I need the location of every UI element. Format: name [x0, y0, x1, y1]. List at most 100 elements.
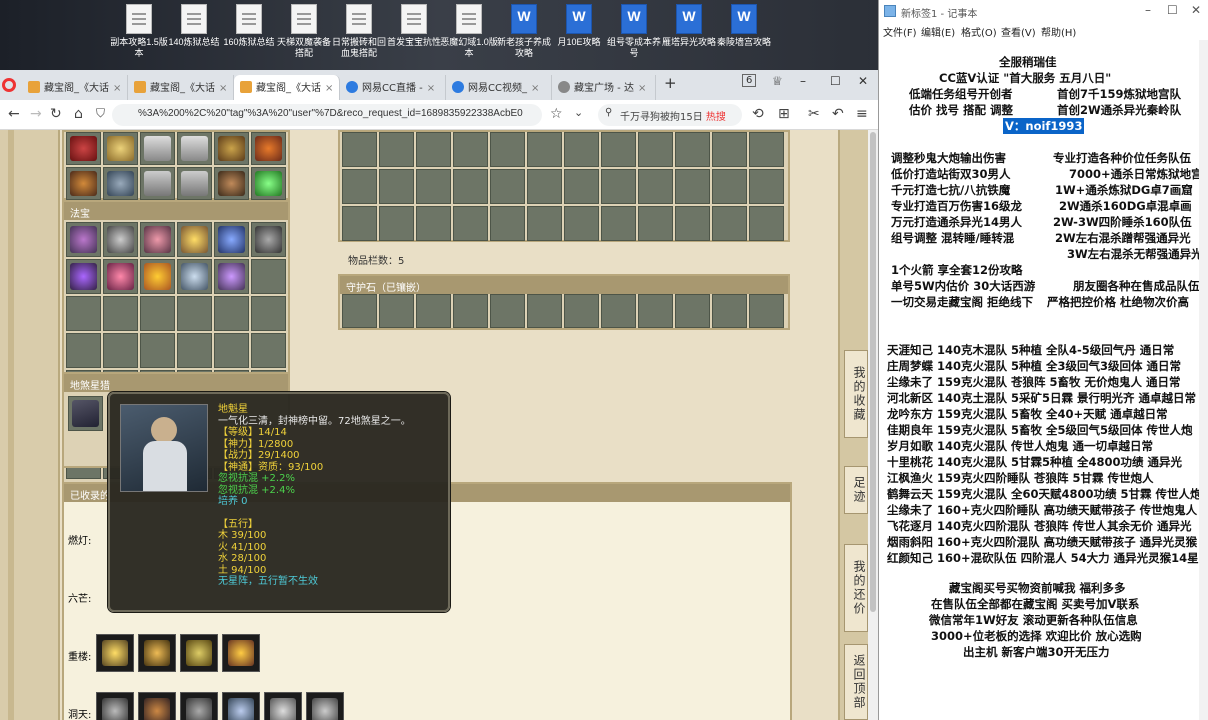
- item-slot[interactable]: [490, 169, 525, 204]
- notepad-text-area[interactable]: 全服稍瑞佳 CC蓝V认证 "首大服务 五月八日" 低端任务组号开创者 首创7千159炼…: [879, 40, 1203, 720]
- my-favorites-button[interactable]: 我的收藏: [844, 350, 868, 438]
- item-slot[interactable]: [342, 132, 377, 167]
- item-slot[interactable]: [712, 132, 747, 167]
- refresh-icon[interactable]: ⟲: [752, 106, 764, 122]
- menu-file[interactable]: 文件(F): [883, 24, 917, 39]
- item-slot[interactable]: [140, 296, 175, 331]
- desktop-icon[interactable]: 组号零成本养号: [605, 4, 663, 59]
- item-slot[interactable]: [453, 206, 488, 241]
- reload-icon[interactable]: ↻: [50, 106, 62, 122]
- item-slot[interactable]: [342, 206, 377, 241]
- item-slot[interactable]: [564, 169, 599, 204]
- dongtian-slot[interactable]: [306, 692, 344, 720]
- item-slot[interactable]: [749, 206, 784, 241]
- item-slot[interactable]: [251, 132, 286, 165]
- item-slot[interactable]: [675, 294, 710, 328]
- menu-view[interactable]: 查看(V): [1001, 24, 1036, 39]
- maximize-icon[interactable]: ☐: [830, 74, 841, 88]
- dongtian-slot[interactable]: [222, 692, 260, 720]
- close-icon[interactable]: ×: [638, 83, 646, 94]
- close-icon[interactable]: ×: [427, 83, 435, 94]
- item-slot[interactable]: [527, 294, 562, 328]
- item-slot[interactable]: [251, 296, 286, 331]
- item-slot[interactable]: [675, 206, 710, 241]
- item-slot[interactable]: [214, 167, 249, 200]
- desktop-icon[interactable]: 恶魔幻域1.0版本: [440, 4, 498, 59]
- item-slot[interactable]: [214, 333, 249, 368]
- scissors-icon[interactable]: ✂: [808, 106, 820, 122]
- dropdown-icon[interactable]: ⌄: [574, 106, 583, 119]
- item-slot[interactable]: [103, 222, 138, 257]
- desktop-icon[interactable]: 天梯双魔袭备搭配: [275, 4, 333, 59]
- item-slot[interactable]: [66, 259, 101, 294]
- item-slot[interactable]: [177, 296, 212, 331]
- my-bargain-button[interactable]: 我的还价: [844, 544, 868, 632]
- item-slot[interactable]: [638, 294, 673, 328]
- forward-icon[interactable]: →: [30, 106, 42, 122]
- desktop-icon[interactable]: 秦陵墙宫攻略: [715, 4, 773, 48]
- item-slot[interactable]: [712, 169, 747, 204]
- item-slot[interactable]: [490, 206, 525, 241]
- item-slot[interactable]: [749, 169, 784, 204]
- item-slot[interactable]: [342, 294, 377, 328]
- item-slot[interactable]: [490, 132, 525, 167]
- tab-5[interactable]: 网易CC视频_ ×: [446, 75, 552, 100]
- item-slot[interactable]: [214, 259, 249, 294]
- item-slot[interactable]: [103, 259, 138, 294]
- menu-format[interactable]: 格式(O): [961, 24, 997, 39]
- item-slot[interactable]: [527, 132, 562, 167]
- back-icon[interactable]: ←: [8, 106, 20, 122]
- tab-6[interactable]: 藏宝广场 - 达 ×: [552, 75, 656, 100]
- item-slot[interactable]: [103, 167, 138, 200]
- close-icon[interactable]: ×: [219, 83, 227, 94]
- item-slot[interactable]: [140, 222, 175, 257]
- close-window-icon[interactable]: ✕: [858, 74, 868, 88]
- close-icon[interactable]: ×: [531, 83, 539, 94]
- item-slot[interactable]: [601, 169, 636, 204]
- item-slot[interactable]: [601, 206, 636, 241]
- item-slot[interactable]: [251, 222, 286, 257]
- item-slot[interactable]: [564, 206, 599, 241]
- item-slot[interactable]: [251, 333, 286, 368]
- item-slot[interactable]: [66, 222, 101, 257]
- item-slot[interactable]: [140, 167, 175, 200]
- page-scrollbar[interactable]: [868, 130, 878, 720]
- item-slot[interactable]: [66, 167, 101, 200]
- grid-icon[interactable]: ⊞: [778, 106, 790, 122]
- item-slot[interactable]: [638, 206, 673, 241]
- close-icon[interactable]: ×: [325, 83, 333, 94]
- desktop-icon[interactable]: 160炼狱总结: [220, 4, 278, 48]
- item-slot[interactable]: [601, 294, 636, 328]
- item-slot[interactable]: [214, 132, 249, 165]
- item-slot[interactable]: [638, 132, 673, 167]
- tab-count-badge[interactable]: 6: [742, 74, 757, 87]
- dongtian-slot[interactable]: [96, 692, 134, 720]
- footprint-button[interactable]: 足迹: [844, 466, 868, 514]
- item-slot[interactable]: [177, 132, 212, 165]
- item-slot[interactable]: [342, 169, 377, 204]
- item-slot[interactable]: [66, 296, 101, 331]
- desktop-icon[interactable]: 新老孩子养成攻略: [495, 4, 553, 59]
- item-slot[interactable]: [638, 169, 673, 204]
- item-slot[interactable]: [675, 169, 710, 204]
- notepad-scrollbar[interactable]: [1199, 40, 1208, 720]
- desktop-icon[interactable]: 雁塔异光攻略: [660, 4, 718, 48]
- item-slot[interactable]: [66, 132, 101, 165]
- item-slot[interactable]: [527, 206, 562, 241]
- minimize-icon[interactable]: –: [800, 74, 806, 88]
- desktop-icon[interactable]: 副本攻略1.5版本: [110, 4, 168, 59]
- new-tab-icon[interactable]: +: [664, 74, 677, 92]
- item-slot[interactable]: [251, 259, 286, 294]
- browser-logo-icon[interactable]: [2, 78, 16, 92]
- menu-edit[interactable]: 编辑(E): [921, 24, 955, 39]
- item-slot[interactable]: [416, 169, 451, 204]
- item-slot[interactable]: [749, 294, 784, 328]
- item-slot[interactable]: [564, 132, 599, 167]
- chonglou-slot[interactable]: [138, 634, 176, 672]
- home-icon[interactable]: ⌂: [74, 106, 83, 122]
- item-slot[interactable]: [251, 167, 286, 200]
- item-slot[interactable]: [564, 294, 599, 328]
- item-slot[interactable]: [453, 169, 488, 204]
- item-slot[interactable]: [214, 296, 249, 331]
- item-slot[interactable]: [140, 259, 175, 294]
